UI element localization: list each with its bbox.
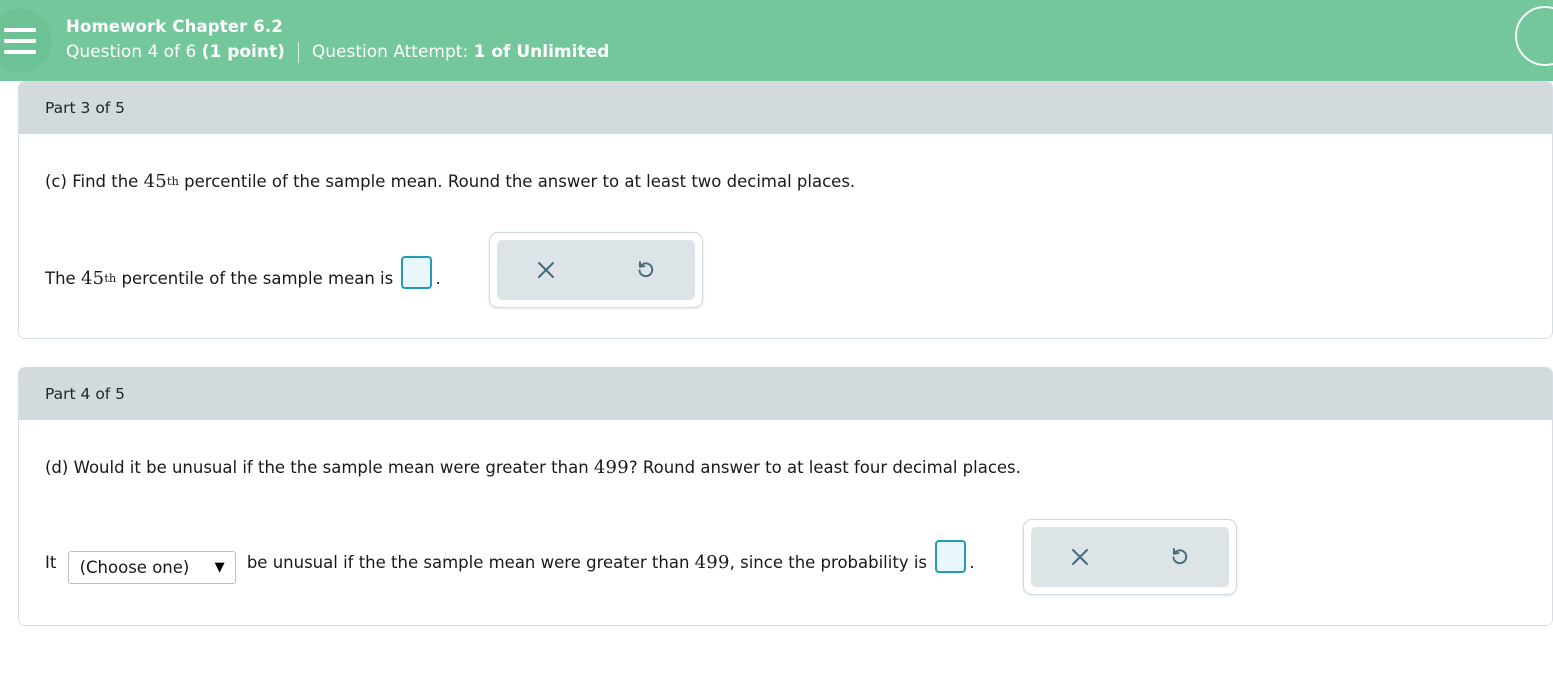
- part-4-question-prefix: (d) Would it be unusual if the the sampl…: [45, 458, 594, 478]
- undo-arrow-icon[interactable]: [631, 255, 661, 285]
- question-status-line: Question 4 of 6 (1 point) Question Attem…: [66, 41, 610, 63]
- choose-one-value: (Choose one): [79, 557, 190, 577]
- part-3-header: Part 3 of 5: [19, 82, 1552, 134]
- attempt-label: Question Attempt:: [311, 41, 474, 62]
- question-counter: Question 4 of 6: [66, 41, 202, 62]
- part-4-answer-period: .: [969, 552, 975, 572]
- part-4-tool-panel: [1022, 518, 1237, 595]
- close-x-icon[interactable]: [1065, 542, 1095, 572]
- question-points: (1 point): [201, 41, 285, 62]
- part-3-answer-sentence: The 45th percentile of the sample mean i…: [45, 251, 441, 290]
- part-4-answer-row: It (Choose one) ▼ be unusual if the the s…: [45, 518, 1526, 595]
- part-4-question-text: (d) Would it be unusual if the the sampl…: [45, 456, 1526, 480]
- part-3-percentile-number: 45: [143, 171, 167, 192]
- part-3-question-text: (c) Find the 45th percentile of the samp…: [45, 170, 1526, 194]
- part-3-percentile-ordinal: th: [166, 174, 179, 188]
- part-4-answer-number: 499: [694, 551, 730, 573]
- app-header: Homework Chapter 6.2 Question 4 of 6 (1 …: [0, 0, 1553, 81]
- header-text-group: Homework Chapter 6.2 Question 4 of 6 (1 …: [66, 17, 610, 63]
- part-3-tool-panel-inner: [496, 240, 695, 301]
- part-3-card: Part 3 of 5 (c) Find the 45th percentile…: [18, 81, 1553, 340]
- part-4-answer-sentence: It (Choose one) ▼ be unusual if the the s…: [45, 535, 975, 584]
- content-area: Part 3 of 5 (c) Find the 45th percentile…: [0, 81, 1553, 626]
- part-3-answer-period: .: [435, 269, 441, 289]
- part-4-answer-middle: be unusual if the the sample mean were g…: [241, 552, 695, 572]
- profile-circle-icon[interactable]: [1515, 6, 1553, 66]
- part-4-header: Part 4 of 5: [19, 368, 1552, 421]
- part-3-answer-number: 45: [80, 268, 105, 290]
- choose-one-dropdown[interactable]: (Choose one) ▼: [67, 550, 236, 584]
- part-3-tool-panel: [488, 232, 703, 309]
- chevron-down-icon: ▼: [214, 559, 225, 575]
- hamburger-bar-1: [4, 27, 36, 32]
- part-4-question-suffix: ? Round answer to at least four decimal …: [628, 458, 1021, 478]
- hamburger-menu-icon[interactable]: [0, 8, 52, 73]
- part-4-body: (d) Would it be unusual if the the sampl…: [19, 420, 1552, 625]
- part-4-answer-input[interactable]: [935, 539, 967, 573]
- part-3-answer-ordinal: th: [104, 271, 117, 286]
- part-4-tool-panel-inner: [1030, 526, 1229, 587]
- part-3-answer-input[interactable]: [401, 256, 433, 290]
- attempt-value: 1 of Unlimited: [473, 41, 610, 62]
- part-3-answer-middle: percentile of the sample mean is: [116, 269, 399, 289]
- hamburger-bar-3: [4, 49, 36, 54]
- homework-title: Homework Chapter 6.2: [66, 17, 283, 37]
- part-3-question-suffix: percentile of the sample mean. Round the…: [178, 172, 856, 191]
- part-3-answer-prefix: The: [45, 269, 81, 289]
- part-4-card: Part 4 of 5 (d) Would it be unusual if t…: [18, 367, 1553, 626]
- undo-arrow-icon[interactable]: [1165, 542, 1195, 572]
- part-3-answer-row: The 45th percentile of the sample mean i…: [45, 232, 1526, 309]
- header-divider: [297, 41, 299, 63]
- part-4-answer-middle2: , since the probability is: [729, 552, 933, 572]
- close-x-icon[interactable]: [531, 255, 561, 285]
- hamburger-bar-2: [4, 38, 36, 43]
- part-4-answer-prefix: It: [45, 552, 62, 572]
- part-3-body: (c) Find the 45th percentile of the samp…: [19, 134, 1552, 339]
- part-4-question-number: 499: [593, 457, 629, 479]
- part-3-question-prefix: (c) Find the: [45, 172, 144, 191]
